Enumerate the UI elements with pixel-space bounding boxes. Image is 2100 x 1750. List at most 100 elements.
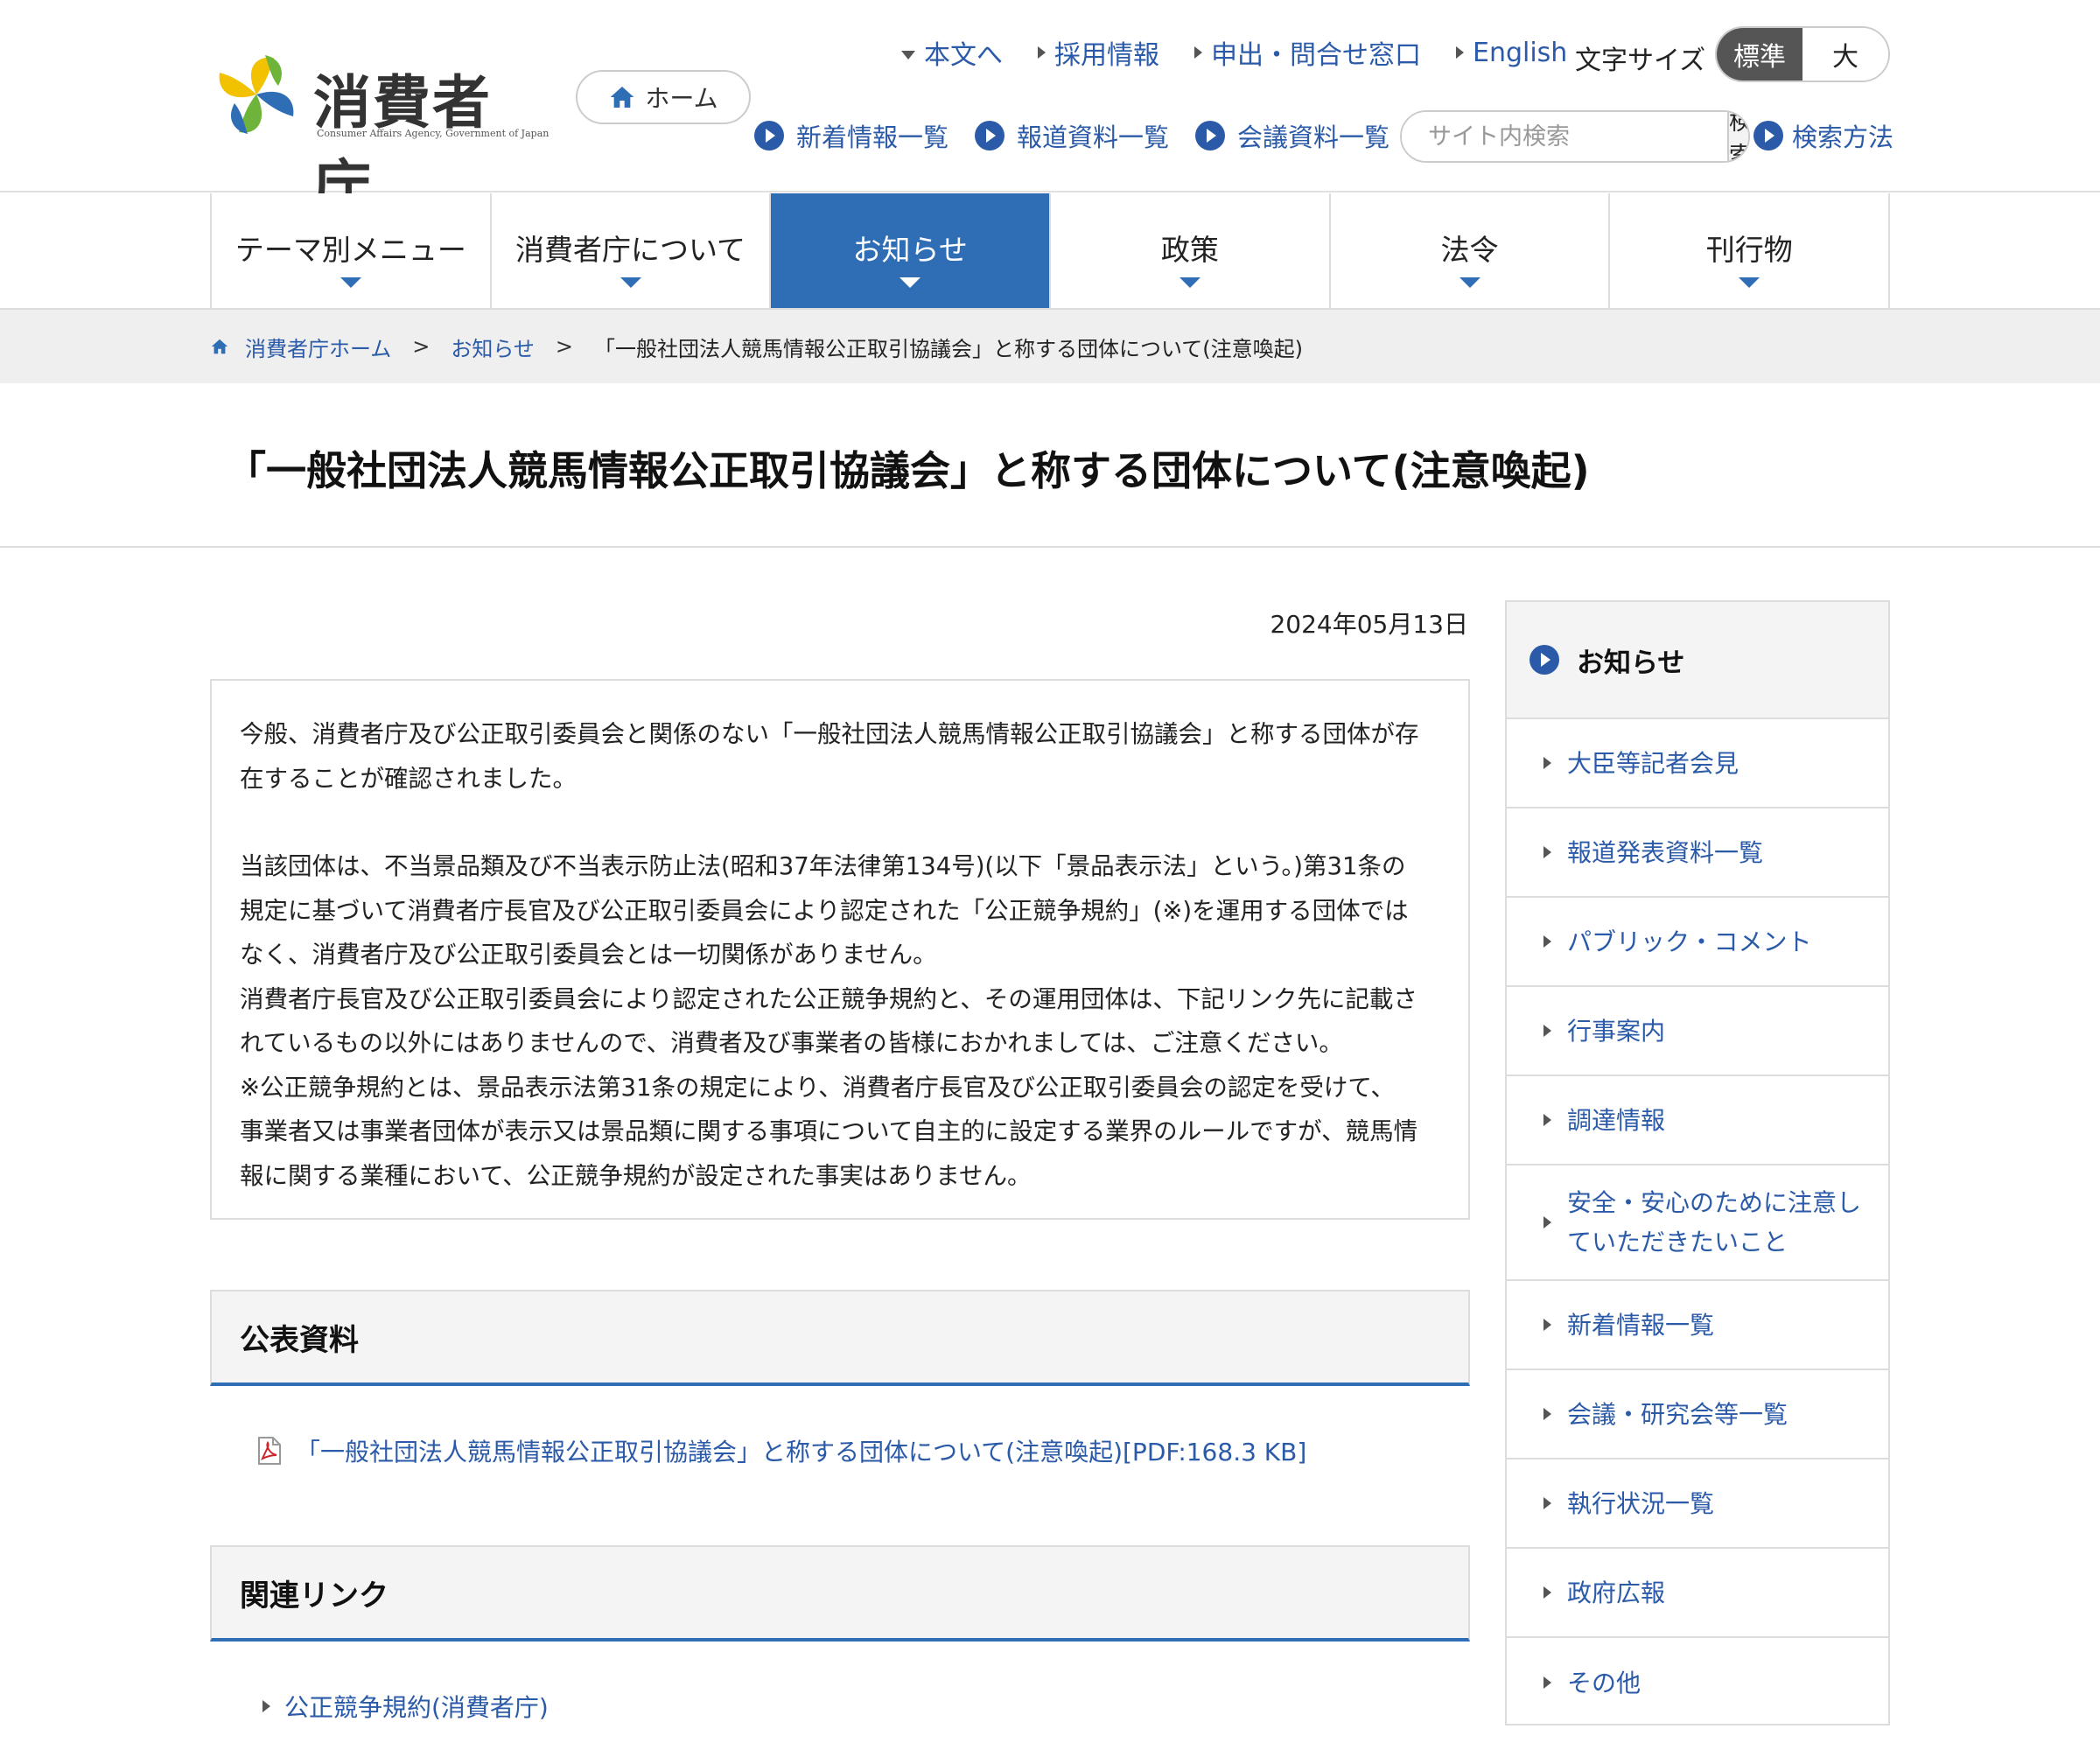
breadcrumb-separator: > (412, 334, 430, 359)
sidebar-item-label: 政府広報 (1567, 1578, 1666, 1607)
pdf-link-label: 「一般社団法人競馬情報公正取引協議会」と称する団体について(注意喚起)[PDF:… (296, 1438, 1307, 1466)
nav-news[interactable]: お知らせ (771, 193, 1052, 308)
triangle-right-icon (1456, 46, 1464, 59)
notice-text-line: 当該団体は、不当景品類及び不当表示防止法(昭和37年法律第134号)(以下「景品… (240, 852, 1406, 880)
public-docs-heading: 公表資料 (210, 1290, 1470, 1386)
triangle-right-icon (262, 1700, 270, 1712)
nav-policy[interactable]: 政策 (1051, 193, 1331, 308)
search-help-link[interactable]: 検索方法 (1754, 117, 1894, 154)
nav-theme-menu[interactable]: テーマ別メニュー (212, 193, 492, 308)
recruit-link[interactable]: 採用情報 (1038, 33, 1159, 72)
related-link-item[interactable]: 公正競争規約(消費者庁) (262, 1689, 549, 1724)
english-link[interactable]: English (1456, 33, 1567, 72)
circle-arrow-icon (1195, 121, 1226, 150)
breadcrumb-current: 「一般社団法人競馬情報公正取引協議会」と称する団体について(注意喚起) (594, 336, 1304, 361)
sidebar-item-label: 行事案内 (1567, 1016, 1666, 1046)
sidebar-item-meetings[interactable]: 会議・研究会等一覧 (1507, 1370, 1888, 1460)
triangle-right-icon (1544, 935, 1551, 948)
page-title-area: 「一般社団法人競馬情報公正取引協議会」と称する団体について(注意喚起) (0, 383, 2100, 548)
sidebar-item-press-conference[interactable]: 大臣等記者会見 (1507, 719, 1888, 808)
nav-about[interactable]: 消費者庁について (491, 193, 772, 308)
font-size-large-button[interactable]: 大 (1802, 28, 1888, 80)
nav-label: 政策 (1160, 233, 1219, 267)
home-button[interactable]: ホーム (576, 70, 751, 124)
caret-down-icon (1179, 277, 1200, 288)
sidebar: お知らせ 大臣等記者会見 報道発表資料一覧 パブリック・コメント 行事案内 調達… (1505, 600, 1890, 1726)
logo-mark-icon (219, 55, 294, 134)
meeting-docs-link[interactable]: 会議資料一覧 (1195, 117, 1390, 154)
sidebar-item-label: 会議・研究会等一覧 (1567, 1399, 1788, 1429)
sidebar-item-press-releases[interactable]: 報道発表資料一覧 (1507, 808, 1888, 898)
pdf-download-link[interactable]: 「一般社団法人競馬情報公正取引協議会」と称する団体について(注意喚起)[PDF:… (254, 1433, 1306, 1468)
new-info-link[interactable]: 新着情報一覧 (754, 117, 948, 154)
sidebar-item-label: 報道発表資料一覧 (1567, 837, 1764, 867)
circle-arrow-icon (1754, 121, 1783, 150)
triangle-right-icon (1194, 46, 1202, 59)
sidebar-item-label: その他 (1567, 1668, 1642, 1698)
triangle-right-icon (1544, 1319, 1551, 1331)
notice-text-line: 規定に基づいて消費者庁長官及び公正取引委員会により認定された「公正競争規約」(※… (240, 896, 1409, 925)
sidebar-item-safety-notices[interactable]: 安全・安心のために注意し ていただきたいこと (1507, 1166, 1888, 1281)
nav-label: 刊行物 (1705, 233, 1793, 267)
home-button-label: ホーム (645, 84, 718, 113)
font-size-standard-button[interactable]: 標準 (1717, 28, 1802, 80)
triangle-right-icon (1544, 1114, 1551, 1126)
triangle-right-icon (1544, 1676, 1551, 1689)
notice-text-line: れているもの以外にはありませんので、消費者及び事業者の皆様におかれましては、ご注… (240, 1029, 1343, 1057)
top-link-label: 本文へ (924, 40, 1003, 71)
breadcrumb-parent-link[interactable]: お知らせ (451, 332, 535, 362)
circle-arrow-icon (975, 121, 1005, 150)
caret-down-icon (1739, 277, 1760, 288)
breadcrumb-home-link[interactable]: 消費者庁ホーム (245, 332, 391, 362)
sidebar-item-label: 執行状況一覧 (1567, 1488, 1715, 1518)
sidebar-heading-label: お知らせ (1577, 647, 1685, 679)
header-sub-links: 新着情報一覧 報道資料一覧 会議資料一覧 (754, 117, 1390, 154)
skip-to-content-link[interactable]: 本文へ (901, 33, 1003, 72)
inquiry-link[interactable]: 申出・問合せ窓口 (1194, 33, 1421, 72)
notice-text-line: 在することが確認されました。 (240, 764, 577, 793)
nav-law[interactable]: 法令 (1330, 193, 1611, 308)
search-input[interactable] (1402, 112, 1727, 161)
publish-date: 2024年05月13日 (1270, 610, 1468, 639)
circle-arrow-icon (1530, 645, 1559, 675)
triangle-right-icon (1544, 1408, 1551, 1420)
sub-link-label: 会議資料一覧 (1237, 122, 1390, 152)
sidebar-item-label: 安全・安心のために注意し ていただきたいこと (1567, 1188, 1862, 1256)
sidebar-item-other[interactable]: その他 (1507, 1638, 1888, 1727)
top-link-label: English (1473, 37, 1568, 68)
sidebar-item-new-info[interactable]: 新着情報一覧 (1507, 1281, 1888, 1370)
sub-link-label: 新着情報一覧 (796, 122, 949, 152)
notice-text-line: ※公正競争規約とは、景品表示法第31条の規定により、消費者庁長官及び公正取引委員… (240, 1073, 1396, 1102)
site-logo[interactable]: 消費者庁 Consumer Affairs Agency, Government… (208, 51, 549, 220)
triangle-down-icon (901, 51, 915, 60)
sidebar-item-procurement[interactable]: 調達情報 (1507, 1076, 1888, 1166)
nav-label: テーマ別メニュー (234, 233, 466, 267)
nav-publications[interactable]: 刊行物 (1610, 193, 1891, 308)
circle-arrow-icon (754, 121, 784, 150)
triangle-right-icon (1544, 1025, 1551, 1037)
pdf-icon (258, 1437, 281, 1465)
sidebar-item-public-comment[interactable]: パブリック・コメント (1507, 898, 1888, 987)
sidebar-heading: お知らせ (1507, 602, 1888, 719)
home-icon (211, 339, 228, 354)
sidebar-item-enforcement[interactable]: 執行状況一覧 (1507, 1460, 1888, 1549)
notice-text-line: 報に関する業種において、公正競争規約が設定された事実はありません。 (240, 1161, 1032, 1190)
top-link-label: 採用情報 (1054, 40, 1159, 71)
sidebar-item-events[interactable]: 行事案内 (1507, 987, 1888, 1076)
site-search: 検索 (1400, 110, 1750, 163)
sidebar-item-label: 新着情報一覧 (1567, 1310, 1715, 1340)
site-header: 消費者庁 Consumer Affairs Agency, Government… (0, 0, 2100, 220)
sidebar-item-label: 大臣等記者会見 (1567, 748, 1740, 778)
nav-label: 消費者庁について (515, 233, 746, 267)
caret-down-icon (900, 277, 921, 288)
logo-subtitle: Consumer Affairs Agency, Government of J… (317, 128, 550, 139)
notice-text-line: 今般、消費者庁及び公正取引委員会と関係のない「一般社団法人競馬情報公正取引協議会… (240, 720, 1419, 748)
sidebar-item-label: 調達情報 (1567, 1105, 1666, 1135)
caret-down-icon (1459, 277, 1480, 288)
font-size-label: 文字サイズ (1575, 46, 1706, 76)
search-button[interactable]: 検索 (1727, 112, 1748, 161)
press-release-link[interactable]: 報道資料一覧 (975, 117, 1169, 154)
sidebar-item-gov-pr[interactable]: 政府広報 (1507, 1549, 1888, 1638)
triangle-right-icon (1544, 757, 1551, 769)
caret-down-icon (620, 277, 641, 288)
